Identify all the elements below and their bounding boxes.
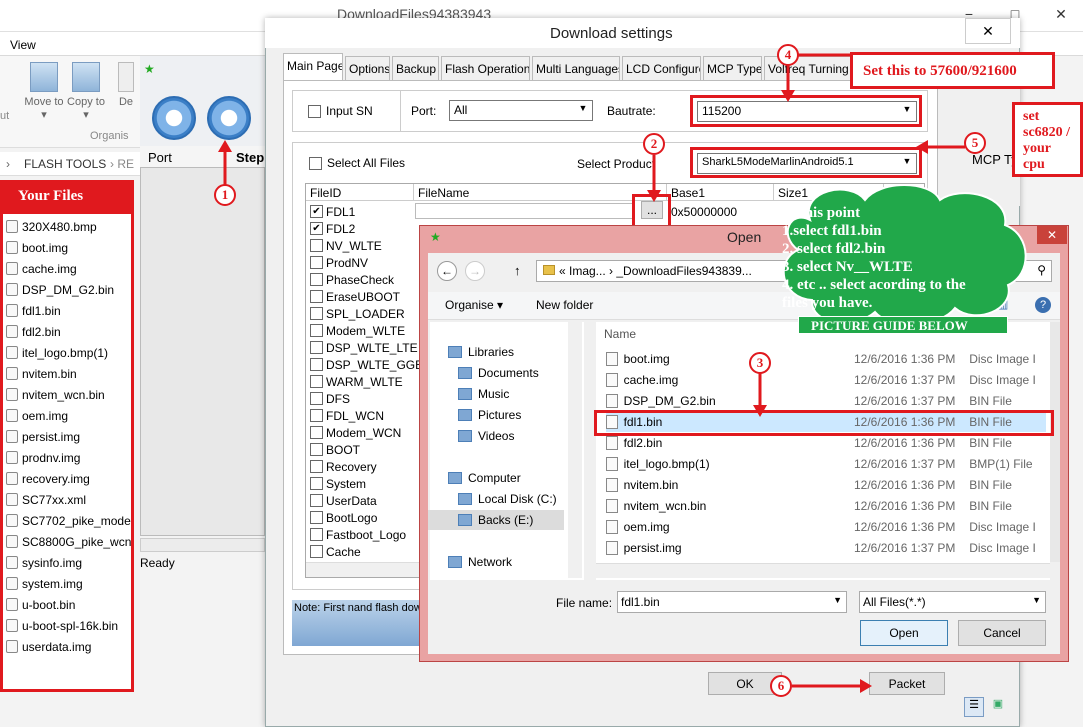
cpu-note-line-2: sc6820 /	[1023, 125, 1071, 140]
arrowhead-5	[916, 140, 928, 154]
cpu-note-line-4: cpu	[1023, 157, 1045, 172]
arrowhead-1	[218, 140, 232, 152]
step-2-badge: 2	[643, 133, 665, 155]
arrowhead-3	[753, 405, 767, 417]
cloud-line-4: 3. select Nv__WLTE	[782, 259, 913, 275]
cpu-note-line-3: your	[1023, 141, 1051, 156]
cpu-note-line-1: set	[1023, 109, 1040, 124]
cloud-line-5: 4. etc .. select acording to the	[782, 277, 966, 293]
arrowhead-2	[647, 190, 661, 202]
cloud-instructions: @ this point 1.select fdl1.bin 2. select…	[782, 204, 966, 312]
cloud-line-6: files you have.	[782, 295, 873, 311]
step-3-badge: 3	[749, 352, 771, 374]
arrowhead-4	[781, 90, 795, 102]
baudrate-note: Set this to 57600/921600	[850, 52, 1055, 89]
cloud-line-1: @ this point	[782, 205, 861, 221]
step-4-badge: 4	[777, 44, 799, 66]
step-6-badge: 6	[770, 675, 792, 697]
step-1-badge: 1	[214, 184, 236, 206]
step-5-badge: 5	[964, 132, 986, 154]
cloud-line-2: 1.select fdl1.bin	[782, 223, 882, 239]
cpu-note: set sc6820 / your cpu	[1012, 102, 1083, 177]
picture-guide-label: PICTURE GUIDE BELOW	[798, 316, 1008, 334]
annotation-arrows	[218, 53, 965, 693]
arrowhead-6	[860, 679, 872, 693]
cloud-line-3: 2. select fdl2.bin	[782, 241, 886, 257]
